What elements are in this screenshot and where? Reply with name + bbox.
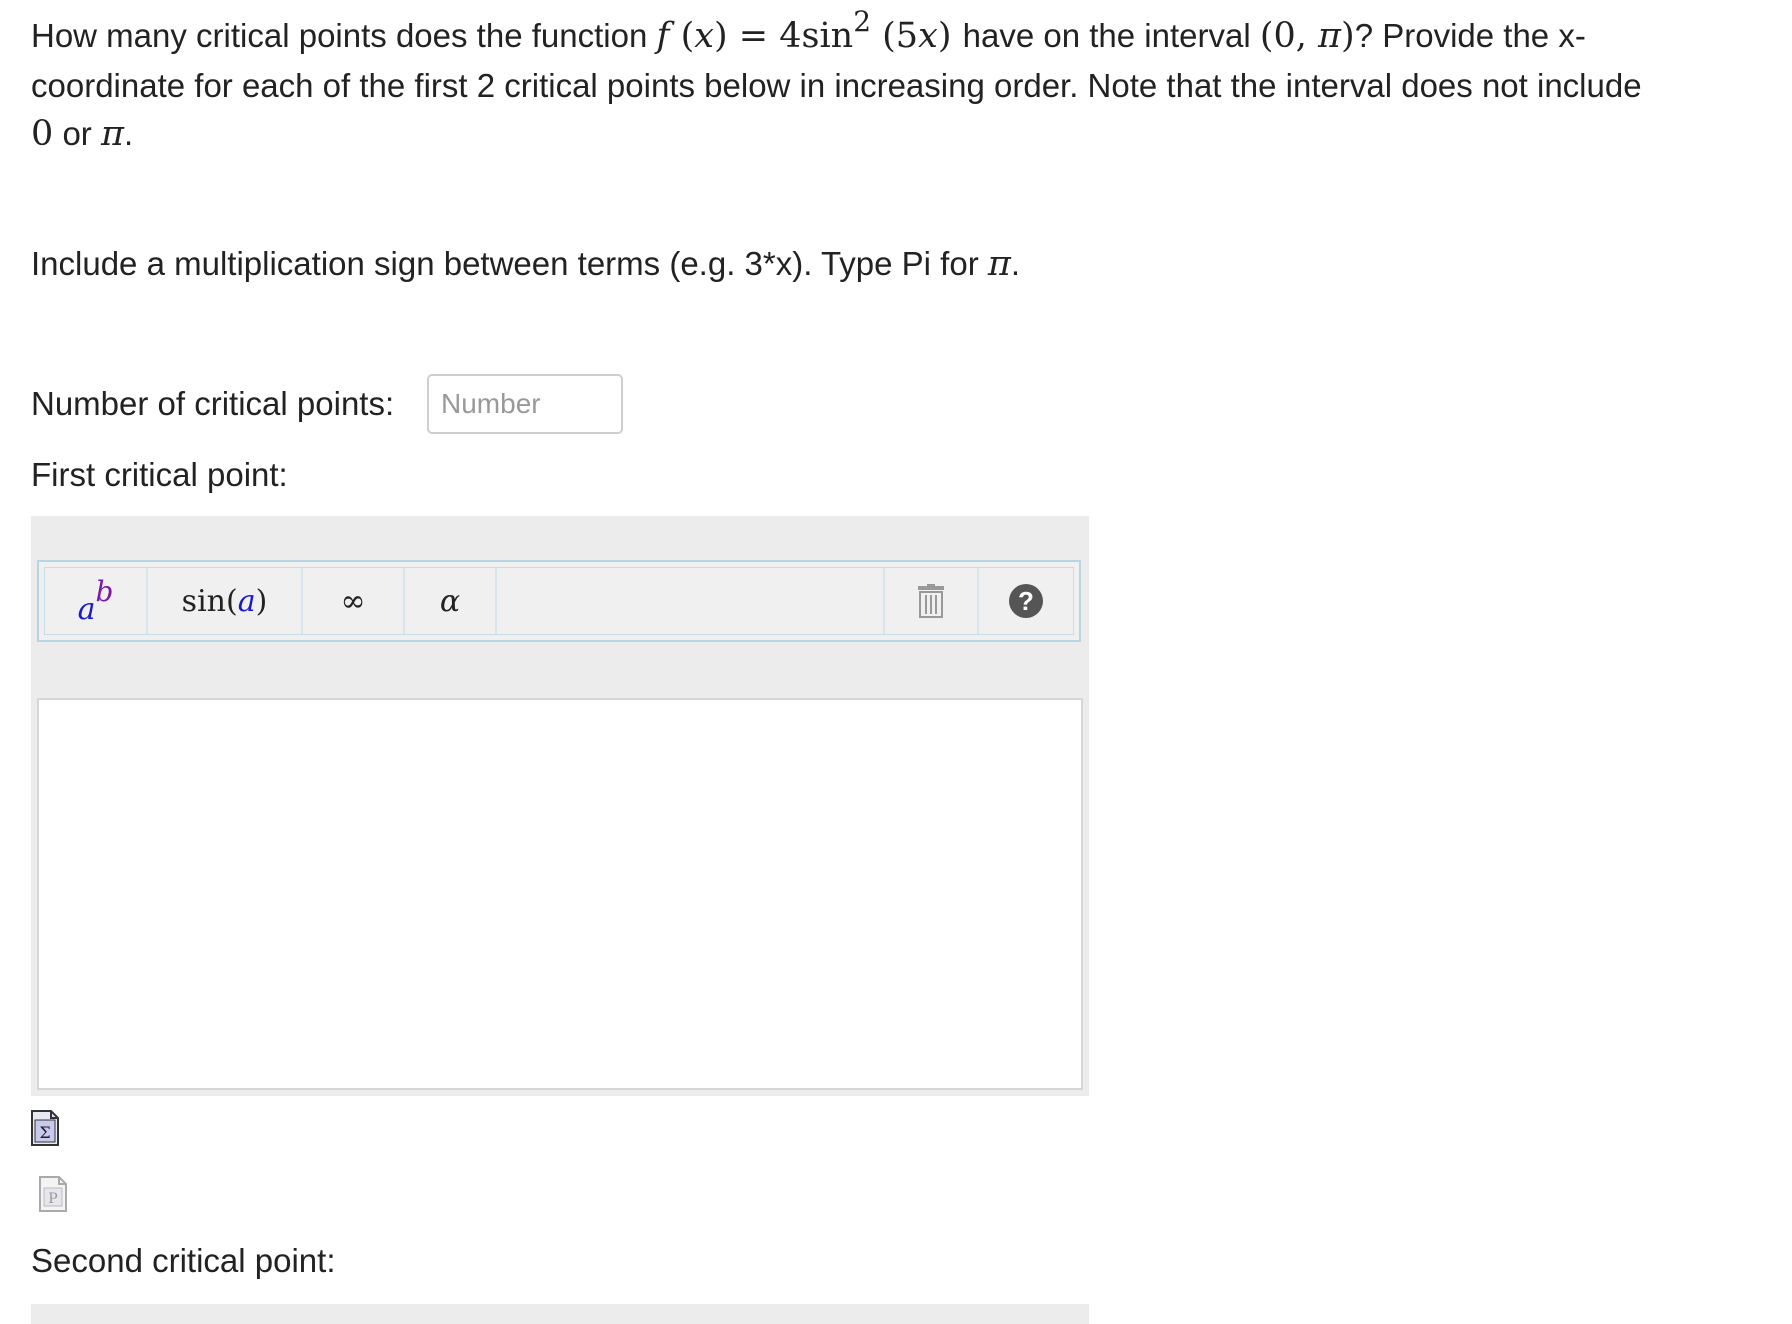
power-button[interactable]: ab (45, 568, 148, 634)
infinity-button[interactable]: ∞ (303, 568, 405, 634)
help-icon: ? (1009, 584, 1043, 618)
interval-expression: (0, π) (1259, 16, 1355, 56)
preview-document-icon[interactable]: P (39, 1176, 67, 1212)
first-point-label: First critical point: (31, 456, 288, 493)
second-point-label: Second critical point: (31, 1242, 336, 1279)
svg-text:P: P (48, 1191, 57, 1207)
instruction-text: Include a multiplication sign between te… (31, 244, 1021, 284)
sin-button[interactable]: sin (a) (148, 568, 303, 634)
trash-icon (918, 584, 944, 618)
math-toolbar: ab sin (a) ∞ α ? (37, 560, 1081, 642)
function-expression: f (x) = 4sin2 (5x) (656, 5, 952, 56)
help-button[interactable]: ? (979, 568, 1073, 634)
first-point-answer-area[interactable] (37, 698, 1083, 1090)
delete-button[interactable] (885, 568, 979, 634)
second-point-editor (31, 1304, 1089, 1324)
question-text: How many critical points does the functi… (31, 5, 1642, 154)
sigma-document-icon[interactable]: Σ (31, 1110, 59, 1146)
first-point-editor: ab sin (a) ∞ α ? (31, 516, 1089, 1096)
greek-button[interactable]: α (405, 568, 497, 634)
count-label: Number of critical points: (31, 385, 395, 422)
count-input[interactable] (427, 374, 623, 434)
svg-text:Σ: Σ (39, 1123, 50, 1142)
